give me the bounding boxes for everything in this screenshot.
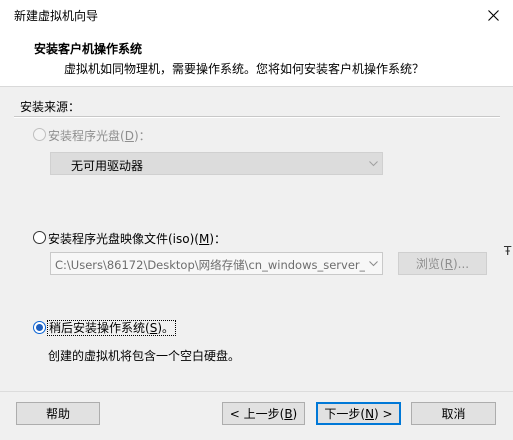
- close-icon: [487, 9, 499, 21]
- page-title: 安装客户机操作系统: [34, 42, 143, 56]
- iso-path-combo[interactable]: C:\Users\86172\Desktop\网络存储\cn_windows_s…: [50, 252, 383, 275]
- chevron-down-icon: [369, 161, 378, 167]
- browse-label-text: 浏览(: [415, 257, 445, 271]
- back-label: < 上一步(B): [230, 405, 297, 422]
- help-button[interactable]: 帮助: [16, 402, 100, 425]
- back-hotkey: B: [284, 407, 293, 421]
- install-source-label: 安装来源：: [20, 100, 81, 114]
- radio-install-later[interactable]: [33, 321, 46, 334]
- install-iso-hotkey: M: [198, 232, 210, 246]
- help-label: 帮助: [45, 407, 70, 421]
- clipped-glyph: Ŧ: [504, 244, 512, 258]
- install-disc-hotkey: D: [124, 129, 134, 143]
- install-later-label: 稍后安装操作系统(S)。: [47, 319, 176, 336]
- next-label: 下一步(N) >: [324, 405, 392, 422]
- back-label-text: < 上一步(: [229, 407, 285, 421]
- back-label-suffix: ): [292, 407, 298, 421]
- install-later-label-text: 稍后安装操作系统(: [49, 321, 150, 335]
- drive-select-value: 无可用驱动器: [71, 159, 144, 173]
- install-iso-label: 安装程序光盘映像文件(iso)(M)：: [48, 230, 226, 247]
- next-label-suffix: ) >: [374, 407, 393, 421]
- install-iso-label-text: 安装程序光盘映像文件(iso)(: [48, 232, 199, 246]
- next-button[interactable]: 下一步(N) >: [316, 402, 401, 425]
- next-hotkey: N: [365, 407, 375, 421]
- footer-divider: [0, 391, 513, 392]
- install-later-focus: 稍后安装操作系统(S)。: [47, 320, 176, 336]
- install-later-label-suffix: )。: [157, 321, 174, 335]
- browse-button[interactable]: 浏览(R)...: [398, 252, 487, 275]
- drive-select[interactable]: 无可用驱动器: [50, 152, 383, 175]
- radio-install-iso[interactable]: [33, 231, 46, 244]
- divider-highlight: [14, 117, 500, 118]
- radio-install-disc[interactable]: [33, 128, 46, 141]
- page-subtitle: 虚拟机如同物理机，需要操作系统。您将如何安装客户机操作系统？: [64, 62, 425, 76]
- title-bar: 新建虚拟机向导: [0, 0, 513, 30]
- iso-path-value: C:\Users\86172\Desktop\网络存储\cn_windows_s…: [55, 258, 365, 272]
- next-label-text: 下一步(: [324, 407, 366, 421]
- install-disc-label: 安装程序光盘(D)：: [48, 127, 151, 144]
- install-disc-label-suffix: )：: [133, 129, 151, 143]
- window-title: 新建虚拟机向导: [14, 9, 99, 23]
- install-disc-label-text: 安装程序光盘(: [48, 129, 125, 143]
- close-button[interactable]: [481, 3, 505, 27]
- install-later-description: 创建的虚拟机将包含一个空白硬盘。: [48, 349, 241, 363]
- wizard-header: 安装客户机操作系统 虚拟机如同物理机，需要操作系统。您将如何安装客户机操作系统？: [0, 30, 513, 87]
- browse-label: 浏览(R)...: [416, 255, 469, 272]
- chevron-down-icon: [369, 261, 378, 267]
- cancel-label: 取消: [441, 407, 466, 421]
- install-iso-label-suffix: )：: [209, 232, 227, 246]
- cancel-button[interactable]: 取消: [411, 402, 496, 425]
- browse-hotkey: R: [444, 257, 453, 271]
- browse-label-suffix: )...: [452, 257, 470, 271]
- back-button[interactable]: < 上一步(B): [222, 402, 305, 425]
